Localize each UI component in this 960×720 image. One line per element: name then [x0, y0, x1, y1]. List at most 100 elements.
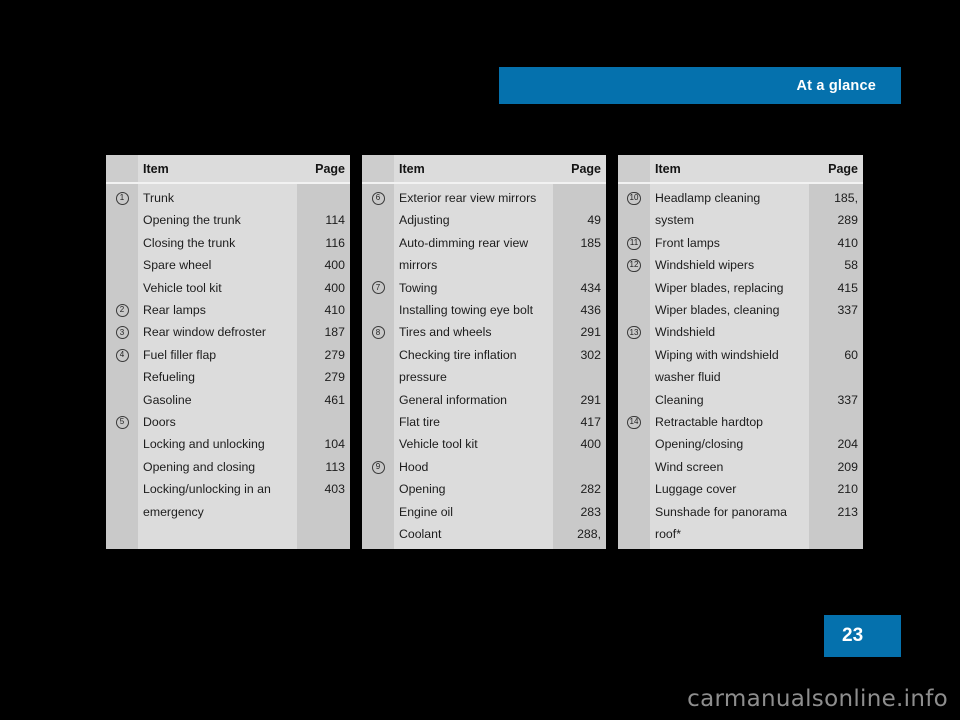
index-row: Vehicle tool kit 400 [106, 277, 350, 299]
index-page-number: 400 [580, 437, 601, 452]
circled-number-icon: 12 [627, 258, 641, 272]
column-header-item: Item [399, 161, 425, 176]
index-row: Locking/unlocking in an emergency 403 [106, 478, 350, 523]
callout-number-cell: 7 [362, 277, 394, 299]
callout-number-cell: 10 [618, 187, 650, 209]
callout-number-cell: 4 [106, 344, 138, 366]
callout-number-cell [106, 232, 138, 254]
callout-number-cell [362, 389, 394, 411]
index-page-number: 213 [837, 504, 858, 519]
callout-number-cell: 1 [106, 187, 138, 209]
callout-number-cell [362, 478, 394, 500]
callout-number-cell [618, 277, 650, 299]
index-row: 9 Hood [362, 456, 606, 478]
callout-number-cell [618, 501, 650, 523]
circled-number-icon: 8 [371, 326, 385, 340]
header-gutter [362, 155, 394, 182]
column-header-page: Page [828, 161, 858, 176]
callout-number-cell [106, 254, 138, 276]
callout-number-cell [362, 209, 394, 231]
index-row: Wiping with windshield washer fluid 60 [618, 344, 863, 389]
callout-number-cell: 13 [618, 321, 650, 343]
index-table-column-1: Item Page 1 Trunk Opening the trunk 114 Clos… [106, 155, 350, 549]
index-row: Coolant 288, 463 [362, 523, 606, 549]
index-item-label: Opening/closing [655, 437, 744, 452]
index-page-number: 60 [844, 347, 858, 362]
index-item-label: Gasoline [143, 392, 192, 407]
index-row: Installing towing eye bolt 436 [362, 299, 606, 321]
index-page-number: 403 [324, 482, 345, 497]
column-header-page: Page [571, 161, 601, 176]
circled-number-icon: 13 [627, 326, 641, 340]
index-item-label: General information [399, 392, 507, 407]
callout-number-cell [106, 209, 138, 231]
index-row: Sunshade for panorama roof* 213 [618, 501, 863, 546]
index-row: 3 Rear window defroster 187 [106, 321, 350, 343]
index-item-label: Trunk [143, 191, 174, 205]
index-row: Closing the trunk 116 [106, 232, 350, 254]
circled-number-icon: 7 [371, 281, 385, 295]
circled-number-icon: 6 [371, 191, 385, 205]
index-page-number: 400 [324, 258, 345, 273]
index-item-label: Wiping with windshield washer fluid [655, 347, 779, 385]
index-row: 8 Tires and wheels 291 [362, 321, 606, 343]
callout-number-cell [618, 456, 650, 478]
index-page-number: 436 [580, 303, 601, 318]
index-row: 4 Fuel filler flap 279 [106, 344, 350, 366]
callout-number-cell [362, 299, 394, 321]
index-row: Locking and unlocking 104 [106, 433, 350, 455]
callout-number-cell [106, 366, 138, 388]
index-page-number: 434 [580, 280, 601, 295]
index-item-label: Exterior rear view mirrors [399, 191, 537, 205]
callout-number-cell [106, 456, 138, 478]
index-page-number: 288, 463 [577, 527, 601, 542]
table-header-row: Item Page [362, 155, 606, 182]
callout-number-cell: 3 [106, 321, 138, 343]
circled-number-icon: 10 [627, 191, 641, 205]
index-item-label: Installing towing eye bolt [399, 303, 533, 318]
index-item-label: Spare wheel [143, 258, 212, 273]
index-row: 11 Front lamps 410 [618, 232, 863, 254]
callout-number-cell: 12 [618, 254, 650, 276]
index-item-label: Flat tire [399, 415, 440, 430]
index-item-label: Coolant [399, 527, 442, 542]
index-page-number: 410 [324, 303, 345, 318]
index-row: 6 Exterior rear view mirrors [362, 187, 606, 209]
index-row: Wind screen 209 [618, 456, 863, 478]
callout-number-cell [618, 389, 650, 411]
index-item-label: Wind screen [655, 459, 724, 474]
circled-number-icon: 14 [627, 415, 641, 429]
index-row: Vehicle tool kit 400 [362, 433, 606, 455]
index-item-label: Retractable hardtop [655, 415, 764, 430]
index-item-label: Towing [399, 280, 438, 295]
index-item-label: Locking and unlocking [143, 437, 265, 452]
index-row: 2 Rear lamps 410 [106, 299, 350, 321]
index-row: Wiper blades, cleaning 337 [618, 299, 863, 321]
index-item-label: Vehicle tool kit [399, 437, 478, 452]
callout-number-cell: 6 [362, 187, 394, 209]
index-page-number: 461 [324, 392, 345, 407]
index-page-number: 114 [325, 213, 345, 228]
index-row: Auto-dimming rear view mirrors 185 [362, 232, 606, 277]
index-item-label: Sunshade for panorama roof* [655, 504, 787, 542]
index-page-number: 185 [580, 235, 601, 250]
index-row: Luggage cover 210 [618, 478, 863, 500]
index-page-number: 58 [844, 258, 858, 273]
callout-number-cell [106, 389, 138, 411]
index-row: Checking tire inflation pressure 302 [362, 344, 606, 389]
index-row: 10 Headlamp cleaning system 185, 289 [618, 187, 863, 232]
table-body: 1 Trunk Opening the trunk 114 Closing the tr… [106, 184, 350, 549]
row-container: 1 Trunk Opening the trunk 114 Closing the tr… [106, 184, 350, 523]
callout-number-cell [362, 344, 394, 366]
index-item-label: Opening and closing [143, 459, 256, 474]
circled-number-icon: 3 [115, 326, 129, 340]
index-row: 12 Windshield wipers 58 [618, 254, 863, 276]
index-item-label: Rear window defroster [143, 325, 267, 340]
index-item-label: Headlamp cleaning system [655, 191, 761, 228]
callout-number-cell [106, 433, 138, 455]
index-page-number: 209 [837, 459, 858, 474]
index-page-number: 337 [837, 392, 858, 407]
index-item-label: Opening [399, 482, 446, 497]
callout-number-cell [362, 523, 394, 545]
index-item-label: Checking tire inflation pressure [399, 347, 517, 385]
